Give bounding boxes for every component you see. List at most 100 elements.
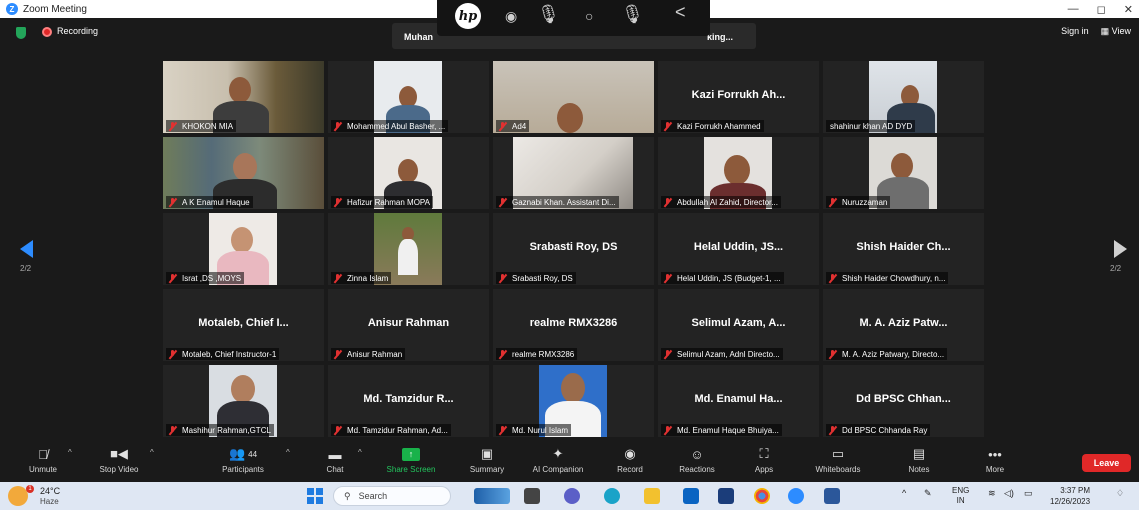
ai-companion-label: AI Companion	[532, 465, 584, 474]
participant-tile[interactable]: Nuruzzaman	[823, 137, 984, 209]
participants-options-chevron-icon[interactable]: ^	[286, 448, 290, 457]
view-label: View	[1111, 26, 1131, 36]
more-button[interactable]: ••• More	[960, 445, 1030, 475]
next-page-arrow-icon[interactable]	[1114, 240, 1127, 258]
mail-icon[interactable]	[683, 488, 699, 504]
camera-icon[interactable]: ◉	[505, 8, 517, 25]
participant-tile[interactable]: Anisur Rahman Anisur Rahman	[328, 289, 489, 361]
leave-button[interactable]: Leave	[1082, 454, 1131, 472]
weather-temperature[interactable]: 24°C	[40, 486, 60, 496]
participant-name-label: Ad4	[496, 120, 530, 132]
weather-condition[interactable]: Haze	[40, 497, 59, 506]
record-label: Record	[617, 465, 643, 474]
audio-options-chevron-icon[interactable]: ^	[68, 448, 72, 457]
summary-button[interactable]: ▣ Summary	[452, 445, 522, 474]
store-icon[interactable]	[718, 488, 734, 504]
show-hidden-icons-chevron-icon[interactable]: ^	[902, 488, 906, 498]
participant-tile[interactable]: A K Enamul Haque	[163, 137, 324, 209]
participant-tile[interactable]: Srabasti Roy, DS Srabasti Roy, DS	[493, 213, 654, 285]
back-arrow-icon[interactable]: <	[675, 2, 686, 23]
word-icon[interactable]	[824, 488, 840, 504]
view-button[interactable]: ▦ View	[1101, 26, 1131, 37]
participant-name-label: Zinna Islam	[331, 272, 392, 284]
chat-options-chevron-icon[interactable]: ^	[358, 448, 362, 457]
participant-tile[interactable]: Hafizur Rahman MOPA	[328, 137, 489, 209]
participant-tile[interactable]: Selimul Azam, A... Selimul Azam, Adnl Di…	[658, 289, 819, 361]
ai-companion-button[interactable]: ✦ AI Companion	[523, 445, 593, 474]
participant-tile[interactable]: KHOKON MIA	[163, 61, 324, 133]
participant-tile[interactable]: Dd BPSC Chhan... Dd BPSC Chhanda Ray	[823, 365, 984, 437]
participant-tile[interactable]: Zinna Islam	[328, 213, 489, 285]
landscape-widget-icon[interactable]	[474, 488, 510, 504]
windows-start-icon[interactable]	[307, 488, 323, 504]
speaker-icon[interactable]: 🎙	[621, 4, 644, 25]
muted-mic-icon	[168, 425, 177, 435]
participant-tile[interactable]: realme RMX3286 realme RMX3286	[493, 289, 654, 361]
shield-icon[interactable]	[16, 27, 26, 39]
zoom-taskbar-icon[interactable]	[788, 488, 804, 504]
participant-tile[interactable]: Md. Enamul Ha... Md. Enamul Haque Bhuiya…	[658, 365, 819, 437]
person-head	[231, 375, 255, 403]
participant-tile[interactable]: Mashihur Rahman,GTCL	[163, 365, 324, 437]
participant-tile[interactable]: Israt ,DS ,MOYS	[163, 213, 324, 285]
participant-tile[interactable]: M. A. Aziz Patw... M. A. Aziz Patwary, D…	[823, 289, 984, 361]
battery-icon[interactable]: ▭	[1024, 488, 1033, 499]
participant-tile[interactable]: Abdullah Al Zahid, Director...	[658, 137, 819, 209]
teams-chat-icon[interactable]	[564, 488, 580, 504]
video-options-chevron-icon[interactable]: ^	[150, 448, 154, 457]
edge-browser-icon[interactable]	[604, 488, 620, 504]
participant-name-label: Kazi Forrukh Ahammed	[661, 120, 764, 132]
pen-icon[interactable]: ✎	[924, 488, 932, 499]
stop-video-button[interactable]: ■◀ Stop Video	[84, 445, 154, 474]
file-explorer-icon[interactable]	[644, 488, 660, 504]
muted-mic-icon	[663, 273, 672, 283]
participant-name-label: Md. Nurul Islam	[496, 424, 572, 436]
minimize-button[interactable]: —	[1068, 3, 1079, 15]
participant-tile[interactable]: Kazi Forrukh Ah... Kazi Forrukh Ahammed	[658, 61, 819, 133]
participants-button[interactable]: 👥 44 Participants	[208, 445, 278, 474]
participant-name-label: A K Enamul Haque	[166, 196, 253, 208]
participant-tile[interactable]: Mohammed Abul Basher, ...	[328, 61, 489, 133]
sign-in-link[interactable]: Sign in	[1061, 26, 1089, 37]
zoom-meeting-screen: Z Zoom Meeting — ◻ ✕ Recording Muhan kin…	[0, 0, 1139, 510]
windows-taskbar: 1 24°C Haze ⚲ Search ^ ✎ ENG IN ≋ ◁) ▭ 3…	[0, 482, 1139, 510]
participant-tile[interactable]: Md. Tamzidur R... Md. Tamzidur Rahman, A…	[328, 365, 489, 437]
participant-tile[interactable]: Gaznabi Khan. Assistant Di...	[493, 137, 654, 209]
muted-mic-icon	[168, 273, 177, 283]
microphone-icon[interactable]: 🎙	[537, 4, 560, 25]
restore-button[interactable]: ◻	[1097, 3, 1106, 16]
record-button[interactable]: ◉ Record	[595, 445, 665, 474]
share-screen-button[interactable]: ↑ Share Screen	[376, 445, 446, 474]
person-body	[398, 239, 418, 275]
taskbar-search-box[interactable]: ⚲ Search	[333, 486, 451, 506]
weather-sun-icon[interactable]	[8, 486, 28, 506]
recording-icon[interactable]	[42, 27, 52, 37]
participant-tile[interactable]: shahinur khan AD DYD	[823, 61, 984, 133]
sparkle-icon: ✦	[552, 446, 564, 461]
volume-icon[interactable]: ◁)	[1004, 488, 1014, 499]
apps-button[interactable]: ⛶ Apps	[729, 445, 799, 474]
recording-label[interactable]: Recording	[57, 26, 98, 36]
participant-tile[interactable]: Helal Uddin, JS... Helal Uddin, JS (Budg…	[658, 213, 819, 285]
participant-name-label: Helal Uddin, JS (Budget-1, ...	[661, 272, 784, 284]
system-clock[interactable]: 3:37 PM 12/26/2023	[1050, 485, 1090, 507]
wifi-icon[interactable]: ≋	[988, 488, 996, 499]
close-button[interactable]: ✕	[1124, 3, 1133, 16]
window-title: Zoom Meeting	[23, 3, 87, 15]
chrome-icon[interactable]	[754, 488, 770, 504]
notes-button[interactable]: ▤ Notes	[884, 445, 954, 474]
circle-icon[interactable]: ○	[585, 8, 593, 24]
participant-tile[interactable]: Motaleb, Chief I... Motaleb, Chief Instr…	[163, 289, 324, 361]
notification-bell-icon[interactable]: ♢	[1116, 488, 1124, 499]
previous-page-arrow-icon[interactable]	[20, 240, 33, 258]
participant-tile[interactable]: Md. Nurul Islam	[493, 365, 654, 437]
muted-mic-icon	[663, 197, 672, 207]
participant-tile[interactable]: Ad4	[493, 61, 654, 133]
task-view-icon[interactable]	[524, 488, 540, 504]
share-screen-icon: ↑	[402, 447, 420, 461]
chat-label: Chat	[326, 465, 344, 474]
whiteboards-button[interactable]: ▭ Whiteboards	[803, 445, 873, 474]
participant-tile[interactable]: Shish Haider Ch... Shish Haider Chowdhur…	[823, 213, 984, 285]
language-indicator[interactable]: ENG IN	[952, 486, 969, 506]
reactions-button[interactable]: ☺ Reactions	[662, 445, 732, 475]
